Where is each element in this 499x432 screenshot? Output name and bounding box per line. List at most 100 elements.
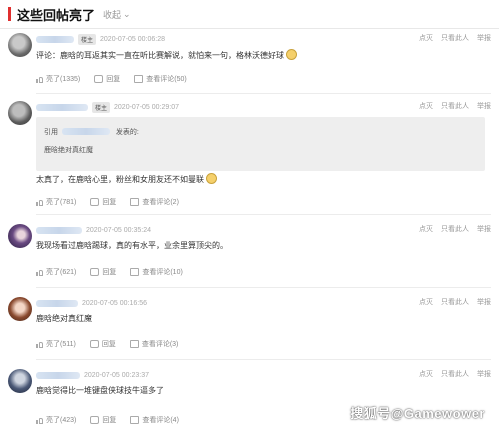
- report-link[interactable]: 举报: [477, 369, 491, 379]
- blurred-username[interactable]: [36, 226, 82, 234]
- dislike-link[interactable]: 点灭: [419, 33, 433, 43]
- reply-label: 回复: [102, 269, 117, 276]
- view-comments-label: 查看评论(3): [141, 341, 179, 348]
- thumbs-up-icon: [36, 199, 43, 206]
- thumbs-up-icon: [36, 417, 43, 424]
- blurred-username[interactable]: [36, 35, 74, 43]
- reply-post: 2020-07-05 00:35:24 点灭 只看此人 举报 我现场看过鹿晗踢球…: [0, 220, 499, 288]
- post-time: 2020-07-05 00:06:28: [100, 35, 166, 43]
- view-comments-label: 查看评论(50): [146, 76, 187, 83]
- post-meta: 2020-07-05 00:16:56: [36, 297, 147, 309]
- post-content: 我现场看过鹿晗踢球，真的有水平，业余里算顶尖的。: [36, 241, 228, 250]
- like-count: 亮了(621): [46, 269, 77, 276]
- post-divider: [36, 93, 491, 94]
- blurred-username[interactable]: [36, 299, 78, 307]
- only-this-user-link[interactable]: 只看此人: [441, 297, 469, 307]
- reply-button[interactable]: 回复: [94, 74, 120, 84]
- report-link[interactable]: 举报: [477, 101, 491, 111]
- report-link[interactable]: 举报: [477, 297, 491, 307]
- post-right-actions: 点灭 只看此人 举报: [419, 33, 491, 43]
- view-comments-button[interactable]: 查看评论(2): [130, 197, 179, 207]
- comment-icon: [130, 416, 140, 424]
- view-comments-label: 查看评论(4): [142, 417, 179, 424]
- dislike-link[interactable]: 点灭: [419, 101, 433, 111]
- reply-button[interactable]: 回复: [90, 267, 116, 277]
- blurred-username[interactable]: [36, 103, 88, 111]
- collapse-button[interactable]: 收起 ⌄: [103, 8, 131, 21]
- like-button[interactable]: 亮了(781): [36, 197, 76, 207]
- post-content-text: 评论：鹿晗的耳返其实一直在听比赛解说，就怕来一句，格林沃德好球: [36, 51, 284, 60]
- reply-post: 2020-07-05 00:16:56 点灭 只看此人 举报 鹿晗绝对真红魔 亮…: [0, 293, 499, 360]
- dislike-link[interactable]: 点灭: [419, 224, 433, 234]
- quote-prefix: 引用: [44, 129, 58, 136]
- thumbs-up-icon: [36, 341, 43, 348]
- like-button[interactable]: 亮了(621): [36, 267, 76, 277]
- like-button[interactable]: 亮了(423): [36, 415, 76, 425]
- quote-header: 引用 发表的:: [44, 127, 139, 137]
- view-comments-button[interactable]: 查看评论(4): [130, 415, 179, 425]
- like-button[interactable]: 亮了(1335): [36, 74, 80, 84]
- report-link[interactable]: 举报: [477, 224, 491, 234]
- post-divider: [36, 359, 491, 360]
- quote-text: 鹿晗绝对真红魔: [44, 147, 93, 154]
- only-this-user-link[interactable]: 只看此人: [441, 224, 469, 234]
- reply-button[interactable]: 回复: [90, 415, 116, 425]
- quote-suffix: 发表的:: [115, 129, 139, 136]
- header-accent-bar: [8, 7, 11, 21]
- dislike-link[interactable]: 点灭: [419, 297, 433, 307]
- reply-button[interactable]: 回复: [90, 197, 116, 207]
- post-actions: 亮了(621) 回复 查看评论(10): [36, 267, 197, 277]
- post-meta: 2020-07-05 00:23:37: [36, 369, 149, 381]
- reply-icon: [90, 198, 100, 206]
- avatar[interactable]: [8, 224, 32, 248]
- smile-emoji-icon: [206, 173, 217, 184]
- avatar[interactable]: [8, 369, 32, 393]
- smile-emoji-icon: [286, 49, 297, 60]
- only-this-user-link[interactable]: 只看此人: [441, 33, 469, 43]
- reply-label: 回复: [102, 417, 117, 424]
- reply-label: 回复: [102, 199, 117, 206]
- post-divider: [36, 287, 491, 288]
- blurred-username[interactable]: [36, 371, 80, 379]
- like-button[interactable]: 亮了(511): [36, 339, 76, 349]
- quoted-post: 引用 发表的: 鹿晗绝对真红魔: [36, 117, 485, 171]
- like-count: 亮了(511): [46, 341, 76, 348]
- op-badge: 楼主: [92, 101, 111, 113]
- collapse-label: 收起: [103, 9, 122, 20]
- post-actions: 亮了(1335) 回复 查看评论(50): [36, 74, 201, 84]
- view-comments-button[interactable]: 查看评论(10): [130, 267, 183, 277]
- reply-icon: [94, 75, 104, 83]
- post-actions: 亮了(781) 回复 查看评论(2): [36, 197, 193, 207]
- view-comments-button[interactable]: 查看评论(3): [129, 339, 179, 349]
- dislike-link[interactable]: 点灭: [419, 369, 433, 379]
- like-count: 亮了(1335): [46, 76, 81, 83]
- avatar[interactable]: [8, 297, 32, 321]
- post-divider: [36, 214, 491, 215]
- view-comments-button[interactable]: 查看评论(50): [134, 74, 187, 84]
- report-link[interactable]: 举报: [477, 33, 491, 43]
- comment-icon: [130, 198, 140, 206]
- section-title: 这些回帖亮了: [17, 7, 96, 23]
- post-content-text: 太真了，在鹿晗心里，粉丝和女朋友还不如曼联: [36, 175, 204, 184]
- post-time: 2020-07-05 00:16:56: [82, 299, 147, 307]
- post-time: 2020-07-05 00:29:07: [114, 103, 180, 111]
- avatar[interactable]: [8, 33, 32, 57]
- op-badge: 楼主: [78, 33, 97, 45]
- reply-icon: [90, 268, 100, 276]
- post-actions: 亮了(423) 回复 查看评论(4): [36, 415, 193, 425]
- reply-button[interactable]: 回复: [89, 339, 116, 349]
- post-time: 2020-07-05 00:35:24: [86, 226, 151, 234]
- watermark: 搜狐号@Gamewower: [350, 406, 485, 421]
- post-content: 评论：鹿晗的耳返其实一直在听比赛解说，就怕来一句，格林沃德好球: [36, 49, 297, 61]
- post-right-actions: 点灭 只看此人 举报: [419, 297, 491, 307]
- only-this-user-link[interactable]: 只看此人: [441, 369, 469, 379]
- avatar[interactable]: [8, 101, 32, 125]
- post-content: 太真了，在鹿晗心里，粉丝和女朋友还不如曼联: [36, 173, 217, 185]
- blurred-quoted-username: [61, 128, 110, 135]
- reply-label: 回复: [101, 341, 116, 348]
- comment-icon: [134, 75, 144, 83]
- post-content: 鹿晗绝对真红魔: [36, 314, 92, 323]
- only-this-user-link[interactable]: 只看此人: [441, 101, 469, 111]
- reply-icon: [90, 416, 100, 424]
- post-meta: 2020-07-05 00:35:24: [36, 224, 151, 236]
